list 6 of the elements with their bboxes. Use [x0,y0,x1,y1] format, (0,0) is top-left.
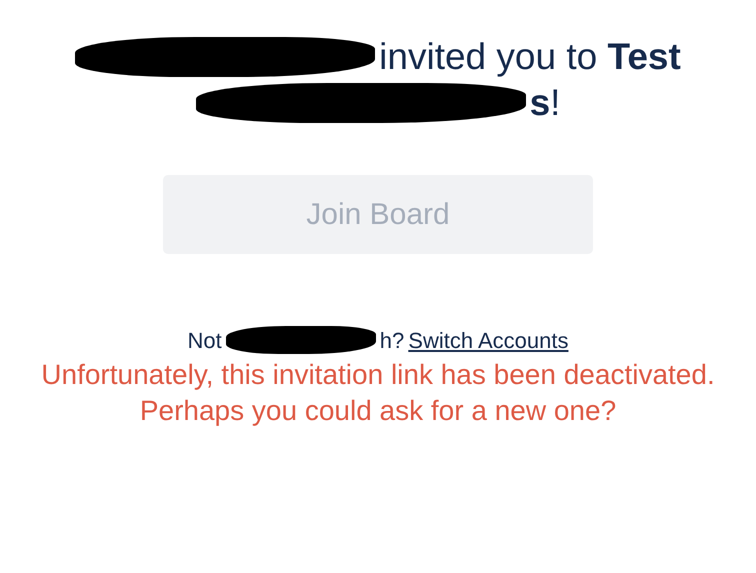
prompt-text: Not [188,326,222,354]
heading-text: invited you to Test [379,35,681,79]
heading-text: s! [530,81,560,126]
prompt-text: h? [380,326,404,354]
error-message: Unfortunately, this invitation link has been deactivated. Perhaps you could ask for a new one? [40,358,716,428]
switch-accounts-link[interactable]: Switch Accounts [408,324,568,356]
